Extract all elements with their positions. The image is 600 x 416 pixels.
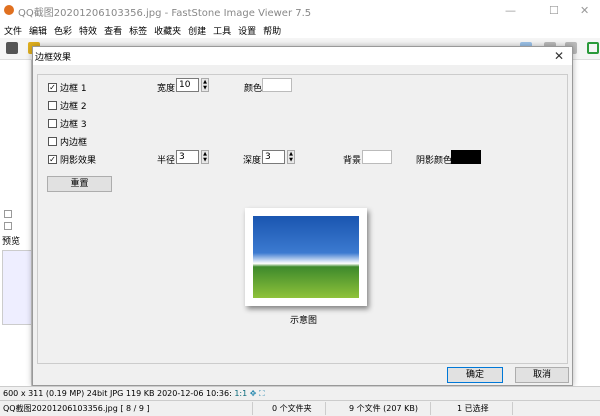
width-label: 宽度: [157,84,179,94]
right-pane [573,60,600,386]
checkbox-checked-icon: ✓ [48,83,57,92]
checkbox-checked-icon: ✓ [48,155,57,164]
menu-help[interactable]: 帮助 [263,24,281,37]
menu-create[interactable]: 创建 [188,24,206,37]
preview-label: 预览 [2,237,21,247]
inner-border-checkbox[interactable]: 内边框 [48,135,87,148]
info-depth: 24bit [86,389,108,398]
menu-edit[interactable]: 编辑 [29,24,47,37]
options-panel: ✓ 边框 1 边框 2 边框 3 内边框 ✓ 阴影效果 宽度: 10 ▲ ▼ 颜色: 半… [37,74,568,364]
preview-caption: 示意图 [290,316,318,326]
spin-arrows-icon[interactable]: ▲ ▼ [287,150,295,164]
window-title: QQ截图20201206103356.jpg - FastStone Image… [18,7,312,19]
width-input[interactable]: 10 [176,78,199,92]
inner-border-label: 内边框 [60,138,88,148]
info-dimensions: 600 x 311 (0.19 MP) [3,389,85,398]
background-label: 背景: [343,156,365,166]
fit-icon[interactable]: ⛶ [259,389,265,398]
radius-spinner[interactable]: 3 ▲ ▼ [176,150,209,164]
fullscreen-icon[interactable] [587,42,599,54]
checkbox-icon [48,137,57,146]
dialog-close-button[interactable]: ✕ [554,49,564,63]
border2-checkbox[interactable]: 边框 2 [48,99,87,112]
depth-input[interactable]: 3 [262,150,285,164]
radius-label: 半径: [157,156,179,166]
camera-icon[interactable] [6,42,18,54]
menu-tags[interactable]: 标签 [129,24,147,37]
expand-icon[interactable] [4,222,12,230]
app-icon [4,5,14,15]
menu-file[interactable]: 文件 [4,24,22,37]
border-effect-dialog: 边框效果 ✕ ✓ 边框 1 边框 2 边框 3 内边框 ✓ 阴影效果 宽度: 10 ▲… [32,46,573,386]
menu-settings[interactable]: 设置 [238,24,256,37]
maximize-button[interactable]: ☐ [549,4,559,17]
shadow-checkbox[interactable]: ✓ 阴影效果 [48,153,96,166]
preview-thumbnail [2,250,32,325]
minimize-button[interactable]: — [505,4,516,17]
shadow-label: 阴影效果 [60,156,97,166]
folder-tree-pane: 预览 [0,60,32,386]
menu-view[interactable]: 查看 [104,24,122,37]
border1-label: 边框 1 [60,84,87,94]
info-size: 119 KB [125,389,155,398]
spin-arrows-icon[interactable]: ▲ ▼ [201,150,209,164]
status-folders: 0 个文件夹 [272,404,312,413]
background-swatch[interactable] [362,150,392,164]
shadow-color-swatch[interactable] [451,150,481,164]
depth-spinner[interactable]: 3 ▲ ▼ [262,150,295,164]
dialog-title-bar: 边框效果 ✕ [33,47,572,65]
checkbox-icon [48,101,57,110]
menu-bar: 文件 编辑 色彩 特效 查看 标签 收藏夹 创建 工具 设置 帮助 [0,22,600,38]
shadow-color-label: 阴影颜色: [416,156,456,166]
depth-label: 深度: [243,156,265,166]
preview-frame [245,208,367,306]
title-bar: QQ截图20201206103356.jpg - FastStone Image… [0,0,600,22]
info-zoom[interactable]: 1:1 [234,389,247,398]
width-spinner[interactable]: 10 ▲ ▼ [176,78,209,92]
status-bar: QQ截图20201206103356.jpg [ 8 / 9 ] 0 个文件夹 … [0,400,600,416]
border1-checkbox[interactable]: ✓ 边框 1 [48,81,87,94]
preview-image [253,216,359,298]
cancel-button[interactable]: 取消 [515,367,569,383]
info-date: 2020-12-06 10:36: [156,389,232,398]
move-icon[interactable]: ✥ [250,389,257,398]
expand-icon[interactable] [4,210,12,218]
ok-button[interactable]: 确定 [447,367,503,383]
close-button[interactable]: ✕ [580,4,589,17]
reset-button[interactable]: 重置 [47,176,112,192]
status-file: QQ截图20201206103356.jpg [ 8 / 9 ] [3,404,150,413]
color-swatch[interactable] [262,78,292,92]
border2-label: 边框 2 [60,102,87,112]
menu-color[interactable]: 色彩 [54,24,72,37]
menu-favorites[interactable]: 收藏夹 [154,24,181,37]
image-info-bar: 600 x 311 (0.19 MP) 24bit JPG 119 KB 202… [0,386,600,400]
checkbox-icon [48,119,57,128]
spin-arrows-icon[interactable]: ▲ ▼ [201,78,209,92]
border3-label: 边框 3 [60,120,87,130]
menu-effects[interactable]: 特效 [79,24,97,37]
border3-checkbox[interactable]: 边框 3 [48,117,87,130]
status-selected: 1 已选择 [457,404,489,413]
radius-input[interactable]: 3 [176,150,199,164]
menu-tools[interactable]: 工具 [213,24,231,37]
dialog-title: 边框效果 [35,52,72,63]
info-format: JPG [109,389,124,398]
status-files: 9 个文件 (207 KB) [349,404,418,413]
